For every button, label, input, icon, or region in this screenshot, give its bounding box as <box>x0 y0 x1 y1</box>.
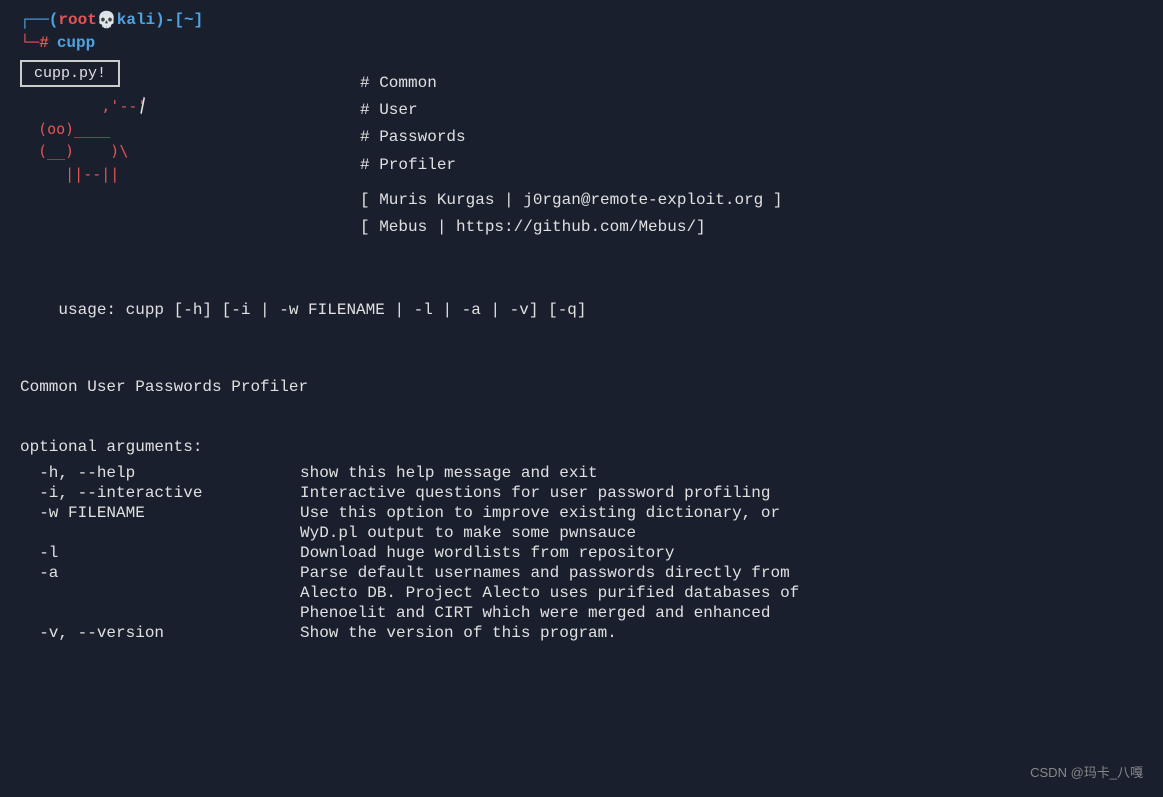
spacer-3 <box>20 412 1143 438</box>
usage-text: usage: cupp [-h] [-i | -w FILENAME | -l … <box>58 301 586 319</box>
arg-filename-1: -w FILENAME Use this option to improve e… <box>20 504 1143 522</box>
prompt-command: cupp <box>57 34 95 52</box>
usage-line: usage: cupp [-h] [-i | -w FILENAME | -l … <box>20 283 1143 337</box>
author-line-2: [ Mebus | https://github.com/Mebus/] <box>360 214 782 241</box>
arg-filename-2: WyD.pl output to make some pwnsauce <box>20 524 1143 542</box>
arg-interactive-desc: Interactive questions for user password … <box>300 484 1143 502</box>
arg-version-flag: -v, --version <box>20 624 300 642</box>
prompt-command-line: └─# cupp <box>20 34 1143 52</box>
arg-alecto-2: Alecto DB. Project Alecto uses purified … <box>20 584 1143 602</box>
banner-right: # Common # User # Passwords # Profiler [… <box>360 60 782 241</box>
watermark: CSDN @玛卡_八嘎 <box>1030 762 1143 781</box>
prompt-hash: └─# <box>20 34 49 52</box>
arg-help-flag: -h, --help <box>20 464 300 482</box>
arrow-line <box>100 88 102 118</box>
arg-filename-flag: -w FILENAME <box>20 504 300 522</box>
cupp-label-box: cupp.py! <box>20 60 120 87</box>
arg-filename-cont <box>20 524 300 542</box>
ascii-art: ,'--' (oo)____ (__) )\ ||--|| \ <box>20 95 280 185</box>
spacer-1 <box>20 257 1143 283</box>
banner-area: cupp.py! ,'--' (oo)____ (__) )\ ||--|| \… <box>20 60 1143 241</box>
prompt-header: ┌──(root💀kali)-[~] <box>20 10 1143 30</box>
cupp-label-text: cupp.py! <box>34 65 106 82</box>
spacer-2 <box>20 353 1143 379</box>
arg-alecto-3: Phenoelit and CIRT which were merged and… <box>20 604 1143 622</box>
arg-filename-desc-2: WyD.pl output to make some pwnsauce <box>300 524 1143 542</box>
bracket-open: ┌──( <box>20 11 58 29</box>
arg-alecto-desc-1: Parse default usernames and passwords di… <box>300 564 1143 582</box>
ascii-art-container: cupp.py! ,'--' (oo)____ (__) )\ ||--|| \ <box>20 60 280 241</box>
arg-alecto-cont-1 <box>20 584 300 602</box>
spacer <box>360 179 782 187</box>
prompt-user: root <box>58 11 96 29</box>
bracket-end: ] <box>194 11 204 29</box>
comment-passwords: # Passwords <box>360 124 782 151</box>
comment-profiler: # Profiler <box>360 152 782 179</box>
optional-args-label: optional arguments: <box>20 438 202 456</box>
arg-list-desc: Download huge wordlists from repository <box>300 544 1143 562</box>
bracket-close: )-[ <box>155 11 184 29</box>
arg-help: -h, --help show this help message and ex… <box>20 464 1143 482</box>
arg-version-desc: Show the version of this program. <box>300 624 1143 642</box>
arg-alecto-cont-2 <box>20 604 300 622</box>
arg-alecto-desc-3: Phenoelit and CIRT which were merged and… <box>300 604 1143 622</box>
comment-user: # User <box>360 97 782 124</box>
description-text: Common User Passwords Profiler <box>20 378 308 396</box>
optional-args-header: optional arguments: <box>20 438 1143 456</box>
cupp-label-section: cupp.py! <box>20 60 280 87</box>
arg-help-desc: show this help message and exit <box>300 464 1143 482</box>
prompt-path: ~ <box>184 11 194 29</box>
author-line-1: [ Muris Kurgas | j0rgan@remote-exploit.o… <box>360 187 782 214</box>
args-table: -h, --help show this help message and ex… <box>20 464 1143 642</box>
skull-icon: 💀 <box>97 10 117 30</box>
arg-alecto-1: -a Parse default usernames and passwords… <box>20 564 1143 582</box>
description: Common User Passwords Profiler <box>20 378 1143 396</box>
watermark-text: CSDN @玛卡_八嘎 <box>1030 765 1143 780</box>
arg-interactive-flag: -i, --interactive <box>20 484 300 502</box>
comment-common: # Common <box>360 70 782 97</box>
arg-alecto-flag: -a <box>20 564 300 582</box>
arg-list: -l Download huge wordlists from reposito… <box>20 544 1143 562</box>
arg-version: -v, --version Show the version of this p… <box>20 624 1143 642</box>
arg-filename-desc-1: Use this option to improve existing dict… <box>300 504 1143 522</box>
arg-list-flag: -l <box>20 544 300 562</box>
prompt-host: kali <box>117 11 155 29</box>
arg-interactive: -i, --interactive Interactive questions … <box>20 484 1143 502</box>
terminal: ┌──(root💀kali)-[~] └─# cupp cupp.py! ,'-… <box>20 10 1143 642</box>
arg-alecto-desc-2: Alecto DB. Project Alecto uses purified … <box>300 584 1143 602</box>
